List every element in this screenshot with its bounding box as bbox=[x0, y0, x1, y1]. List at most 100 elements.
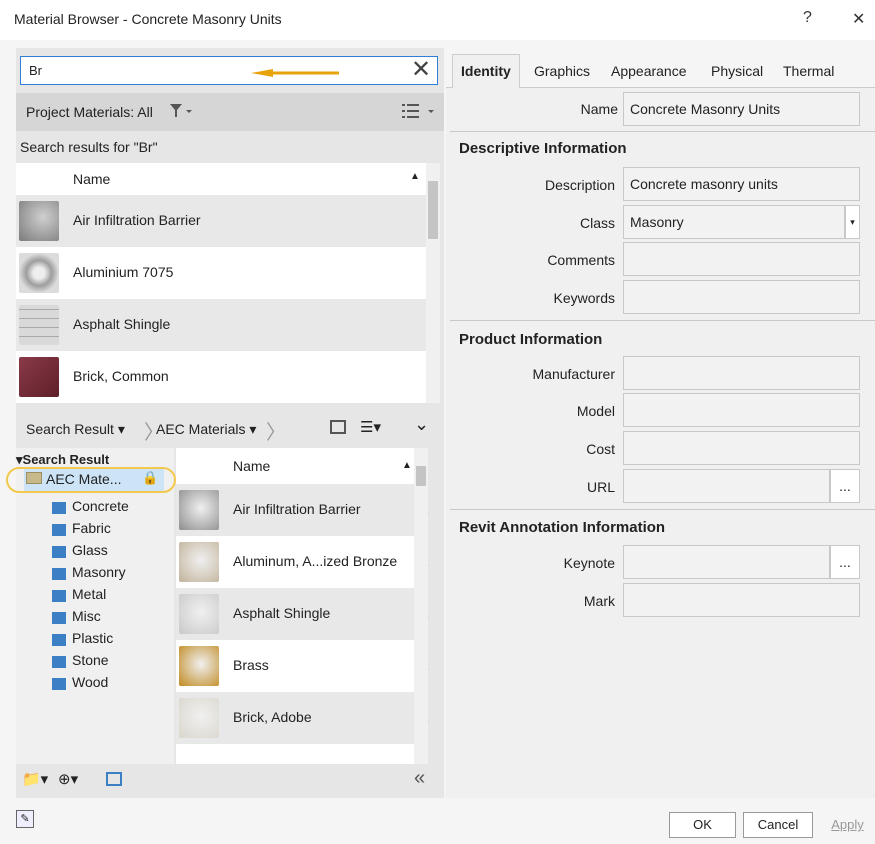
url-label: URL bbox=[586, 479, 615, 495]
tree-category-label: Wood bbox=[72, 674, 109, 690]
tree-library-label: AEC Mate... bbox=[46, 471, 122, 487]
close-button[interactable]: ✕ bbox=[852, 9, 865, 29]
name-field-value: Concrete Masonry Units bbox=[630, 101, 781, 117]
model-label: Model bbox=[576, 403, 615, 419]
cost-field[interactable] bbox=[623, 431, 860, 465]
sort-ascending-icon: ▲ bbox=[410, 171, 420, 182]
list-item[interactable]: BrassA bbox=[176, 640, 428, 692]
class-label: Class bbox=[579, 215, 615, 231]
panel-toggle-icon[interactable] bbox=[330, 420, 346, 434]
list-item-label: Asphalt Shingle bbox=[233, 605, 331, 621]
properties-tabs: Identity Graphics Appearance Physical Th… bbox=[446, 48, 875, 88]
cancel-button[interactable]: Cancel bbox=[743, 812, 813, 838]
tab-thermal[interactable]: Thermal bbox=[783, 63, 834, 79]
comments-field[interactable] bbox=[623, 242, 860, 276]
material-thumbnail bbox=[179, 594, 219, 634]
results-column-header[interactable]: Name ▲ bbox=[16, 163, 426, 195]
library-list: Name ▲ L Air Infiltration BarrierAAlumin… bbox=[176, 448, 428, 764]
tree-library-aec[interactable]: AEC Mate... 🔒 bbox=[24, 469, 164, 491]
material-thumbnail bbox=[179, 698, 219, 738]
breadcrumb-aec-materials[interactable]: AEC Materials ▾ bbox=[156, 421, 256, 438]
search-results-header: Search results for "Br" bbox=[16, 132, 444, 162]
manufacturer-field[interactable] bbox=[623, 356, 860, 390]
comments-label: Comments bbox=[547, 252, 615, 268]
list-item[interactable]: Asphalt ShingleA bbox=[176, 588, 428, 640]
section-descriptive-information: Descriptive Information bbox=[459, 140, 627, 157]
section-product-information: Product Information bbox=[459, 331, 603, 348]
collapse-panel-icon[interactable]: « bbox=[414, 767, 425, 790]
section-revit-annotation-information: Revit Annotation Information bbox=[459, 519, 666, 536]
list-view-icon[interactable] bbox=[402, 103, 438, 119]
breadcrumb-search-result[interactable]: Search Result ▾ bbox=[26, 421, 125, 438]
library-scrollbar[interactable] bbox=[414, 448, 428, 764]
model-field[interactable] bbox=[623, 393, 860, 427]
chevron-down-icon[interactable]: ▾ bbox=[845, 205, 860, 239]
list-item-label: Aluminum, A...ized Bronze bbox=[233, 553, 398, 569]
ok-button[interactable]: OK bbox=[669, 812, 736, 838]
class-select[interactable]: Masonry bbox=[623, 205, 845, 239]
list-item-label: Aluminium 7075 bbox=[73, 264, 174, 280]
material-thumbnail bbox=[19, 201, 59, 241]
url-browse-button[interactable]: ... bbox=[830, 469, 860, 503]
list-view-icon[interactable]: ☰▾ bbox=[360, 418, 381, 436]
tree-category-label: Plastic bbox=[72, 630, 114, 646]
tab-appearance[interactable]: Appearance bbox=[611, 63, 687, 79]
tree-category-label: Fabric bbox=[72, 520, 111, 536]
list-item[interactable]: Air Infiltration BarrierA bbox=[176, 484, 428, 536]
document-edit-icon[interactable]: ✎ bbox=[16, 810, 34, 828]
mark-field[interactable] bbox=[623, 583, 860, 617]
material-thumbnail bbox=[179, 542, 219, 582]
name-field[interactable]: Concrete Masonry Units bbox=[623, 92, 860, 126]
filter-icon[interactable] bbox=[170, 104, 196, 118]
clear-search-icon[interactable]: ✕ bbox=[411, 57, 431, 83]
collapse-icon[interactable]: ⌄ bbox=[414, 414, 429, 435]
tab-graphics[interactable]: Graphics bbox=[534, 63, 590, 79]
list-item[interactable]: Aluminium 7075 bbox=[16, 247, 426, 299]
tree-category-label: Stone bbox=[72, 652, 109, 668]
list-item[interactable]: Brick, Common bbox=[16, 351, 426, 403]
results-scrollbar[interactable] bbox=[426, 163, 440, 403]
list-item-label: Brass bbox=[233, 657, 269, 673]
cost-label: Cost bbox=[586, 441, 615, 457]
url-field[interactable] bbox=[623, 469, 830, 503]
tree-category-label: Glass bbox=[72, 542, 108, 558]
keynote-field[interactable] bbox=[623, 545, 830, 579]
material-editor-icon[interactable] bbox=[106, 772, 122, 786]
keywords-label: Keywords bbox=[553, 290, 615, 306]
tab-identity-label: Identity bbox=[461, 63, 511, 79]
tree-category-label: Misc bbox=[72, 608, 101, 624]
keywords-field[interactable] bbox=[623, 280, 860, 314]
material-thumbnail bbox=[19, 253, 59, 293]
list-item[interactable]: Asphalt Shingle bbox=[16, 299, 426, 351]
list-item-label: Air Infiltration Barrier bbox=[73, 212, 201, 228]
help-button[interactable]: ? bbox=[803, 9, 812, 27]
library-column-header[interactable]: Name ▲ L bbox=[176, 448, 425, 484]
tree-search-result[interactable]: ▾Search Result bbox=[16, 452, 109, 468]
category-icon bbox=[52, 546, 66, 558]
material-thumbnail bbox=[19, 305, 59, 345]
material-thumbnail bbox=[19, 357, 59, 397]
library-menu-icon[interactable]: 📁▾ bbox=[22, 770, 48, 788]
description-field[interactable]: Concrete masonry units bbox=[623, 167, 860, 201]
tab-identity[interactable]: Identity bbox=[452, 54, 520, 88]
create-material-icon[interactable]: ⊕▾ bbox=[58, 770, 78, 788]
tab-physical[interactable]: Physical bbox=[711, 63, 763, 79]
search-input[interactable]: Br ✕ bbox=[20, 56, 438, 85]
scrollbar-thumb[interactable] bbox=[416, 466, 426, 486]
description-field-value: Concrete masonry units bbox=[630, 176, 778, 192]
divider bbox=[450, 509, 875, 510]
divider bbox=[450, 320, 875, 321]
list-item[interactable]: Brick, AdobeA bbox=[176, 692, 428, 744]
list-item[interactable]: Aluminum, A...ized BronzeA bbox=[176, 536, 428, 588]
list-item[interactable]: Air Infiltration Barrier bbox=[16, 195, 426, 247]
scrollbar-thumb[interactable] bbox=[428, 181, 438, 239]
category-icon bbox=[52, 656, 66, 668]
library-toolbar: 📁▾ ⊕▾ « bbox=[16, 764, 444, 798]
keynote-browse-button[interactable]: ... bbox=[830, 545, 860, 579]
category-icon bbox=[52, 612, 66, 624]
breadcrumb-aec-materials-label: AEC Materials bbox=[156, 421, 246, 437]
apply-button[interactable]: Apply bbox=[820, 812, 875, 838]
window-title: Material Browser - Concrete Masonry Unit… bbox=[14, 11, 282, 27]
manufacturer-label: Manufacturer bbox=[532, 366, 615, 382]
arrow-annotation-icon bbox=[251, 69, 339, 77]
